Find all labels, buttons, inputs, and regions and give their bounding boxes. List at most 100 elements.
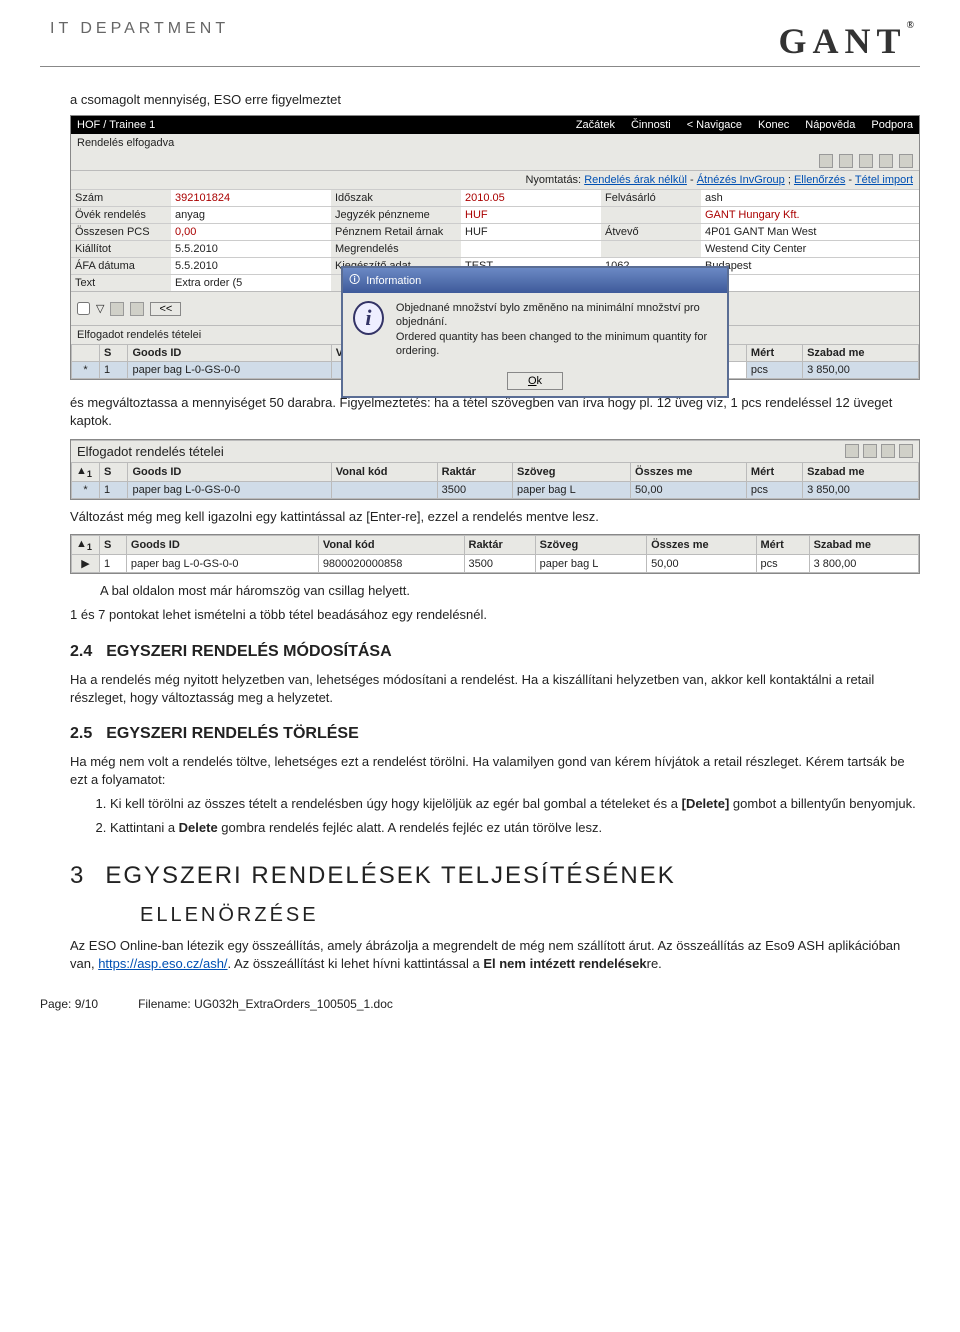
cell[interactable]: 3 800,00 <box>809 555 918 573</box>
col-header[interactable]: Raktár <box>437 462 512 481</box>
cell[interactable]: 3500 <box>464 555 535 573</box>
url-link[interactable]: https://asp.eso.cz/ash/ <box>98 956 227 971</box>
col-header[interactable]: ▲1 <box>72 462 100 481</box>
tool-icon[interactable] <box>899 154 913 168</box>
items-table: ▲1 S Goods ID Vonal kód Raktár Szöveg Ös… <box>71 535 919 573</box>
paragraph: 1 és 7 pontokat lehet ismételni a több t… <box>70 606 920 624</box>
menu-item[interactable]: < Navigace <box>687 119 742 131</box>
col-header[interactable]: Szabad me <box>809 535 918 554</box>
cell[interactable] <box>331 481 437 498</box>
col-header[interactable]: Szabad me <box>803 462 919 481</box>
table-row[interactable]: * 1 paper bag L-0-GS-0-0 3500 paper bag … <box>72 481 919 498</box>
cell[interactable]: 9800020000858 <box>318 555 464 573</box>
filter-icon[interactable]: ▽ <box>96 302 104 315</box>
field-input[interactable] <box>461 240 601 257</box>
print-link[interactable]: Ellenőrzés <box>794 174 845 186</box>
cell[interactable]: paper bag L-0-GS-0-0 <box>128 481 331 498</box>
field-input[interactable]: Westend City Center <box>701 240 919 257</box>
screenshot-main: HOF / Trainee 1 Začátek Činnosti < Navig… <box>70 115 920 380</box>
field-label: Kiállítot <box>71 240 171 257</box>
menu-item[interactable]: Podpora <box>871 119 913 131</box>
print-link[interactable]: Tétel import <box>855 174 913 186</box>
col-header[interactable]: Mért <box>746 462 802 481</box>
page-footer: Page: 9/10 Filename: UG032h_ExtraOrders_… <box>40 997 920 1011</box>
table-row[interactable]: ▶ 1 paper bag L-0-GS-0-0 9800020000858 3… <box>72 555 919 573</box>
screenshot-table2: Elfogadot rendelés tételei ▲1 S Goods ID… <box>70 439 920 500</box>
cell[interactable]: 50,00 <box>631 481 747 498</box>
cell[interactable]: paper bag L <box>535 555 646 573</box>
section-header: Elfogadot rendelés tételei <box>77 444 224 459</box>
col-header[interactable]: S <box>100 462 128 481</box>
ok-button[interactable]: Ok <box>507 372 563 390</box>
cell[interactable]: 3 850,00 <box>803 362 919 379</box>
field-value: 2010.05 <box>461 189 601 206</box>
cell[interactable]: paper bag L-0-GS-0-0 <box>126 555 318 573</box>
col-header[interactable]: Szöveg <box>535 535 646 554</box>
row-marker: * <box>72 481 100 498</box>
col-header[interactable]: Goods ID <box>128 462 331 481</box>
cell[interactable]: 3 850,00 <box>803 481 919 498</box>
field-input[interactable]: 4P01 GANT Man West <box>701 223 919 240</box>
info-dialog: 🛈 Information i Objednané množství bylo … <box>341 266 729 398</box>
field-label: Átvevő <box>601 223 701 240</box>
menu-item[interactable]: Činnosti <box>631 119 671 131</box>
cell[interactable]: pcs <box>746 481 802 498</box>
tool-icon[interactable] <box>881 444 895 458</box>
heading-3-sub: ELLENÖRZÉSE <box>140 904 920 927</box>
col-header[interactable]: S <box>100 535 127 554</box>
field-label: Jegyzék pénzneme <box>331 206 461 223</box>
paragraph: Ha a rendelés még nyitott helyzetben van… <box>70 671 920 707</box>
tool-icon[interactable] <box>899 444 913 458</box>
tool-icon[interactable] <box>845 444 859 458</box>
field-input[interactable]: HUF <box>461 223 601 240</box>
col-header[interactable]: Szabad me <box>803 345 919 362</box>
print-link[interactable]: Rendelés árak nélkül <box>584 174 687 186</box>
title-left: HOF / Trainee 1 <box>77 119 560 131</box>
tool-icon[interactable] <box>859 154 873 168</box>
cell[interactable]: paper bag L <box>513 481 631 498</box>
paragraph: és megváltoztassa a mennyiséget 50 darab… <box>70 394 920 430</box>
tool-icon[interactable] <box>819 154 833 168</box>
checkbox[interactable] <box>77 302 90 315</box>
cell[interactable]: pcs <box>756 555 809 573</box>
field-label: Text <box>71 274 171 291</box>
field-input[interactable]: ash <box>701 189 919 206</box>
cell[interactable]: 3500 <box>437 481 512 498</box>
print-link[interactable]: Átnézés InvGroup <box>697 174 785 186</box>
menu-item[interactable]: Konec <box>758 119 789 131</box>
dialog-text: Objednané množství bylo změněno na minim… <box>396 301 717 358</box>
field-label: ÁFA dátuma <box>71 257 171 274</box>
col-header[interactable]: Szöveg <box>513 462 631 481</box>
tool-icon[interactable] <box>110 302 124 316</box>
cell[interactable]: 1 <box>100 481 128 498</box>
dialog-title: Information <box>366 275 421 287</box>
tool-icon[interactable] <box>839 154 853 168</box>
nav-button[interactable]: << <box>150 302 181 316</box>
field-input[interactable]: anyag <box>171 206 331 223</box>
filename: Filename: UG032h_ExtraOrders_100505_1.do… <box>138 997 393 1011</box>
menu-item[interactable]: Nápověda <box>805 119 855 131</box>
cell[interactable]: 1 <box>100 555 127 573</box>
col-header[interactable]: Vonal kód <box>331 462 437 481</box>
col-header[interactable]: Mért <box>756 535 809 554</box>
tool-icon[interactable] <box>130 302 144 316</box>
col-header[interactable]: Összes me <box>631 462 747 481</box>
col-header[interactable]: Összes me <box>647 535 756 554</box>
cell[interactable]: 50,00 <box>647 555 756 573</box>
col-header[interactable]: Vonal kód <box>318 535 464 554</box>
tool-icon[interactable] <box>879 154 893 168</box>
toolbar <box>71 152 919 171</box>
tool-icon[interactable] <box>863 444 877 458</box>
col-header[interactable]: Raktár <box>464 535 535 554</box>
col-header[interactable]: ▲1 <box>72 535 100 554</box>
field-input[interactable]: 5.5.2010 <box>171 240 331 257</box>
menu-item[interactable]: Začátek <box>576 119 615 131</box>
col-header[interactable]: Goods ID <box>126 535 318 554</box>
paragraph: A bal oldalon most már háromszög van csi… <box>100 582 920 600</box>
paragraph: Az ESO Online-ban létezik egy összeállít… <box>70 937 920 973</box>
col-header[interactable] <box>72 345 100 362</box>
paragraph: Változást még meg kell igazolni egy katt… <box>70 508 920 526</box>
field-value: GANT Hungary Kft. <box>701 206 919 223</box>
col-header[interactable]: S <box>100 345 128 362</box>
cell[interactable]: 1 <box>100 362 128 379</box>
